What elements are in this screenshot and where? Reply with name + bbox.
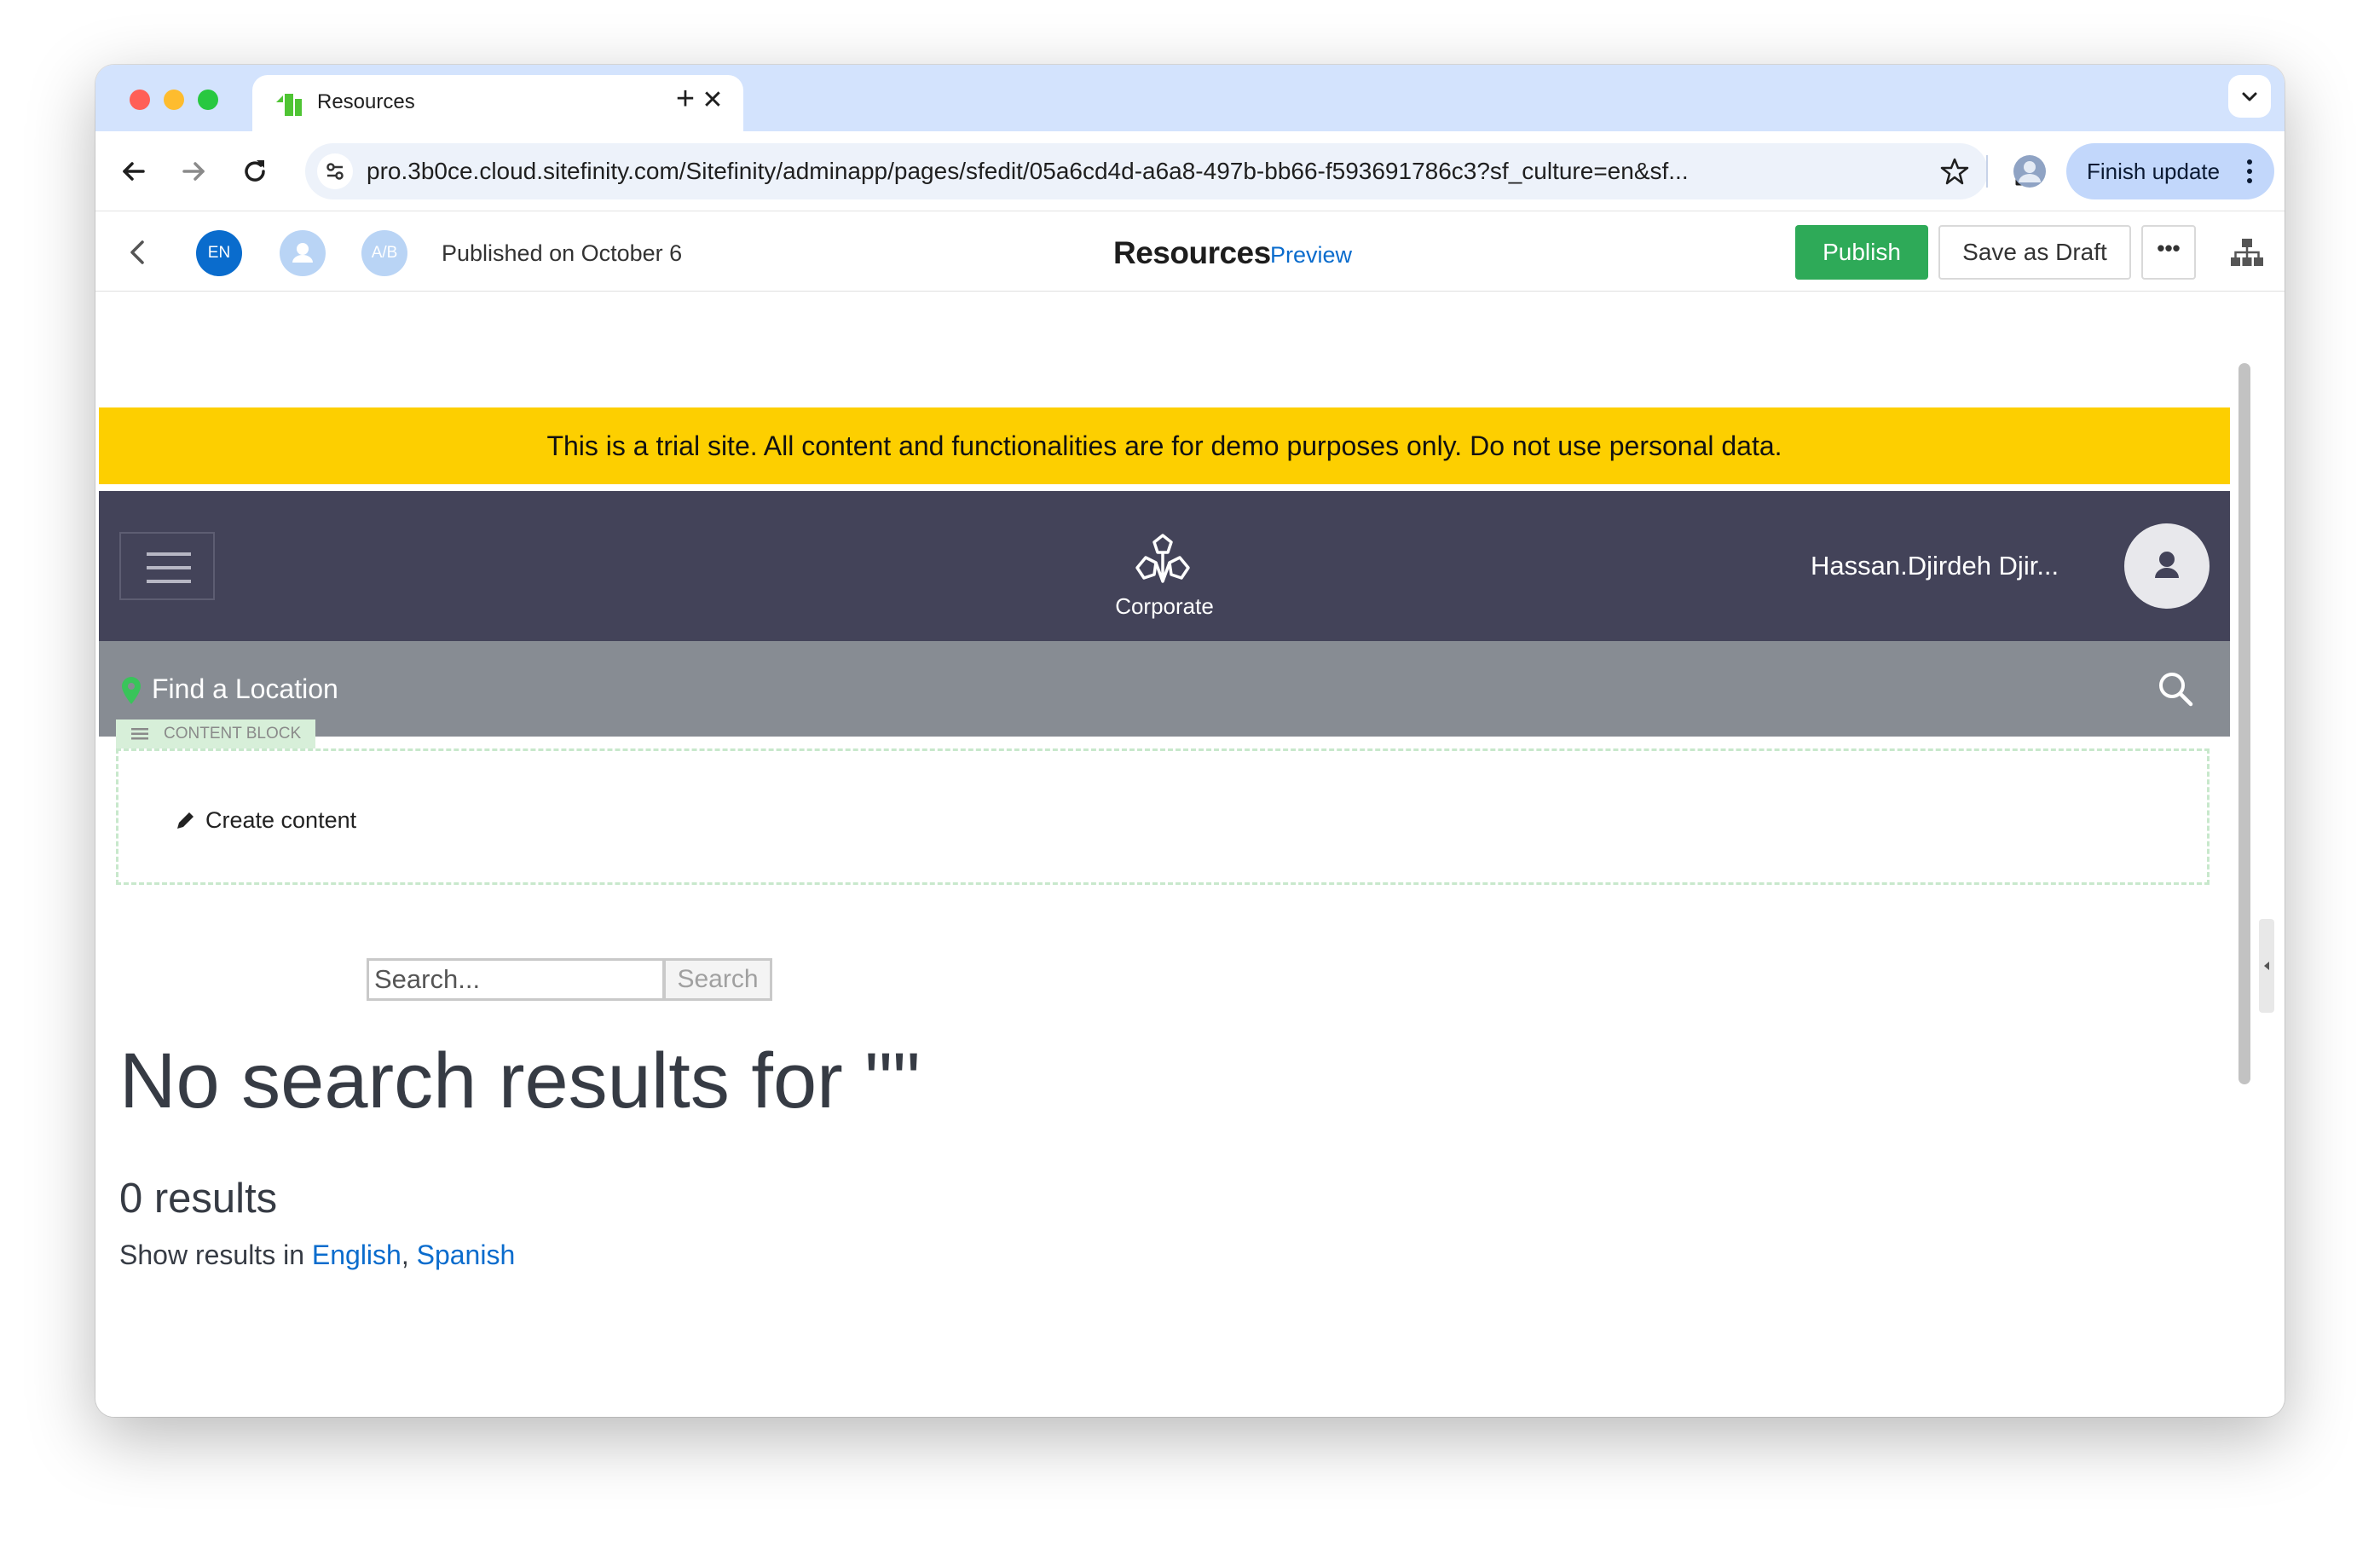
browser-window: Resources ✕ + pro.3b0ce.cloud.sitefinity… bbox=[95, 65, 2285, 1417]
logo-icon[interactable] bbox=[1130, 530, 1195, 595]
unused-26 bbox=[2012, 150, 2013, 151]
search-input[interactable] bbox=[367, 958, 665, 1001]
map-pin-icon bbox=[122, 677, 141, 704]
page-canvas: This is a trial site. All content and fu… bbox=[95, 292, 2232, 1417]
zoom-window-button[interactable] bbox=[198, 90, 218, 110]
save-as-draft-button[interactable]: Save as Draft bbox=[1938, 225, 2131, 280]
bookmark-star-icon[interactable] bbox=[1940, 157, 1969, 186]
back-arrow-icon[interactable] bbox=[114, 152, 153, 191]
hamburger-line bbox=[147, 566, 191, 569]
unused-23 bbox=[2008, 148, 2009, 149]
spanish-link[interactable]: Spanish bbox=[417, 1240, 516, 1270]
chevron-left-icon[interactable] bbox=[119, 234, 157, 271]
user-avatar[interactable] bbox=[2124, 523, 2210, 609]
find-location-link[interactable]: Find a Location bbox=[152, 673, 338, 705]
site-settings-icon[interactable] bbox=[317, 153, 353, 189]
unused-21 bbox=[2008, 150, 2009, 151]
reload-icon[interactable] bbox=[235, 152, 274, 191]
user-icon bbox=[2155, 552, 2179, 578]
tab-close-icon[interactable]: ✕ bbox=[699, 87, 726, 114]
trial-banner: This is a trial site. All content and fu… bbox=[99, 407, 2230, 484]
hamburger-line bbox=[147, 552, 191, 556]
tab-search-button[interactable] bbox=[2228, 75, 2271, 118]
editor-toolbar: EN A/B Published on October 6 Resources … bbox=[95, 211, 2285, 292]
scrollbar-thumb[interactable] bbox=[2238, 363, 2250, 1084]
unused-24 bbox=[2010, 148, 2011, 149]
finish-update-label: Finish update bbox=[2087, 159, 2221, 184]
url-text: pro.3b0ce.cloud.sitefinity.com/Sitefinit… bbox=[367, 158, 1689, 184]
publish-status: Published on October 6 bbox=[442, 240, 683, 266]
unused-16 bbox=[2008, 152, 2009, 153]
ab-test-badge[interactable]: A/B bbox=[361, 230, 407, 276]
more-actions-button[interactable]: ••• bbox=[2141, 225, 2196, 280]
minimize-window-button[interactable] bbox=[164, 90, 184, 110]
personalization-button[interactable] bbox=[280, 230, 326, 276]
caret-left-icon bbox=[2264, 962, 2269, 970]
profile-avatar-icon[interactable] bbox=[2010, 152, 2049, 191]
tab-title: Resources bbox=[317, 90, 415, 113]
toolbar-divider bbox=[1986, 155, 1988, 188]
unused-25 bbox=[2012, 148, 2013, 149]
english-link[interactable]: English bbox=[312, 1240, 401, 1270]
search-button[interactable]: Search bbox=[663, 958, 772, 1001]
search-icon[interactable] bbox=[2155, 668, 2196, 709]
side-panel-toggle[interactable] bbox=[2259, 919, 2274, 1013]
location-bar: Find a Location bbox=[99, 641, 2230, 737]
forward-arrow-icon[interactable] bbox=[174, 152, 213, 191]
show-results-prefix: Show results in bbox=[119, 1240, 312, 1270]
address-bar[interactable]: pro.3b0ce.cloud.sitefinity.com/Sitefinit… bbox=[305, 143, 1988, 199]
logo-text: Corporate bbox=[1115, 593, 1214, 619]
kebab-menu-icon bbox=[2247, 159, 2252, 183]
no-results-heading: No search results for "" bbox=[119, 1037, 921, 1124]
content-block[interactable]: Create content bbox=[116, 748, 2210, 885]
sitemap-icon[interactable] bbox=[2227, 232, 2267, 273]
unused-22 bbox=[2010, 150, 2011, 151]
close-window-button[interactable] bbox=[130, 90, 150, 110]
language-badge[interactable]: EN bbox=[196, 230, 242, 276]
publish-button[interactable]: Publish bbox=[1795, 225, 1928, 280]
site-header: Corporate Hassan.Djirdeh Djir... bbox=[99, 491, 2230, 641]
user-name[interactable]: Hassan.Djirdeh Djir... bbox=[1811, 551, 2059, 581]
create-content-link[interactable]: Create content bbox=[205, 807, 356, 834]
pencil-icon bbox=[177, 812, 194, 829]
unused-18 bbox=[2008, 153, 2009, 154]
new-tab-button[interactable]: + bbox=[668, 82, 702, 116]
content-block-tag[interactable]: CONTENT BLOCK bbox=[116, 719, 315, 748]
browser-toolbar: pro.3b0ce.cloud.sitefinity.com/Sitefinit… bbox=[95, 131, 2285, 211]
preview-link[interactable]: Preview bbox=[1270, 242, 1352, 269]
hamburger-line bbox=[147, 580, 191, 583]
user-icon bbox=[292, 243, 313, 263]
sitefinity-favicon bbox=[276, 94, 302, 116]
page-title: Resources bbox=[1113, 235, 1271, 270]
show-results-line: Show results in English, Spanish bbox=[119, 1240, 515, 1271]
language-separator: , bbox=[401, 1240, 417, 1270]
results-count: 0 results bbox=[119, 1176, 278, 1222]
content-block-label: CONTENT BLOCK bbox=[164, 725, 302, 743]
hamburger-menu-button[interactable] bbox=[119, 532, 215, 600]
tab-strip: Resources ✕ + bbox=[95, 65, 2285, 131]
finish-update-button[interactable]: Finish update bbox=[2066, 143, 2274, 199]
chevron-down-icon bbox=[2242, 92, 2257, 101]
menu-icon bbox=[131, 728, 148, 740]
